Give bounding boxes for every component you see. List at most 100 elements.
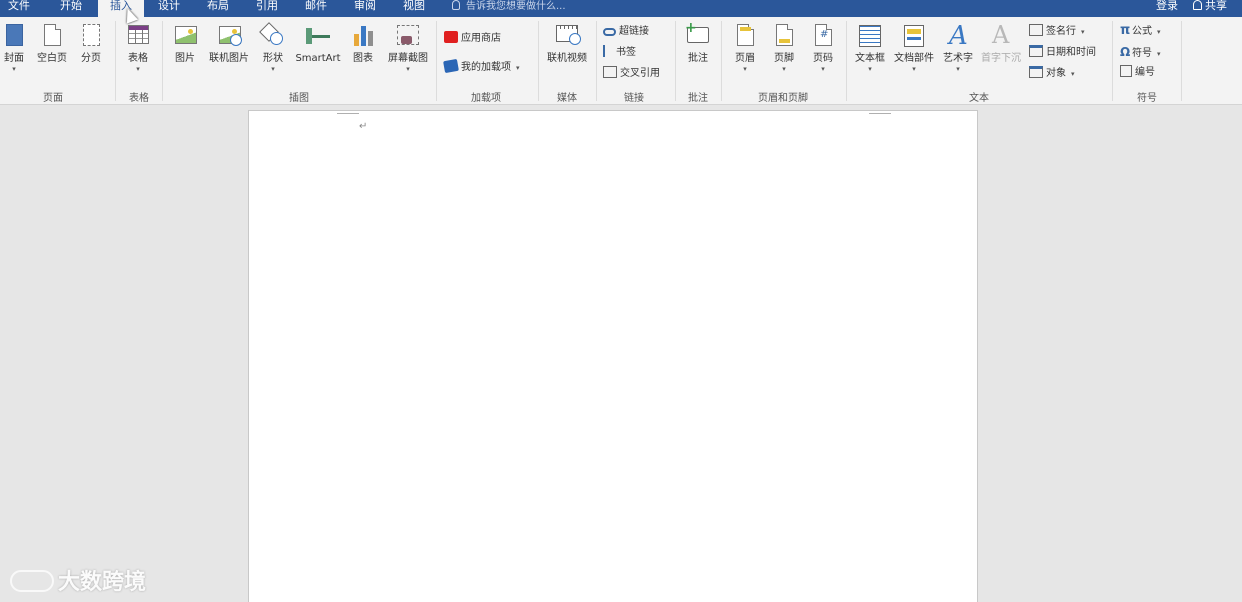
group-divider <box>596 21 597 101</box>
quick-parts-label: 文档部件 <box>894 53 934 64</box>
header-button[interactable]: 页眉 ▾ <box>730 22 760 73</box>
group-label-addins: 加载项 <box>471 93 501 104</box>
chevron-down-icon: ▾ <box>136 65 140 73</box>
page-number-button[interactable]: # 页码 ▾ <box>808 22 838 73</box>
new-comment-label: 批注 <box>688 53 708 64</box>
online-picture-icon <box>219 26 242 46</box>
person-icon <box>1193 0 1202 10</box>
chevron-down-icon: ▾ <box>516 64 520 72</box>
tab-layout[interactable]: 布局 <box>207 0 229 17</box>
my-addins-icon <box>443 58 459 74</box>
comment-icon: + <box>685 21 709 43</box>
tab-insert[interactable]: 插入 <box>98 0 144 18</box>
ribbon: 封面 ▾ 空白页 分页 页面 表格 ▾ 表格 图片 联机图片 形状 ▾ Smar… <box>0 17 1242 119</box>
blank-page-button[interactable]: 空白页 <box>34 22 70 65</box>
tab-review[interactable]: 审阅 <box>354 0 376 17</box>
wordart-button[interactable]: A 艺术字 ▾ <box>940 22 976 73</box>
shapes-icon <box>259 22 286 50</box>
header-icon <box>737 24 754 46</box>
equation-button[interactable]: π 公式 ▾ <box>1120 23 1161 39</box>
online-picture-button[interactable]: 联机图片 <box>204 22 254 65</box>
store-button[interactable]: 应用商店 <box>444 31 501 47</box>
page-break-label: 分页 <box>81 53 101 64</box>
chevron-down-icon: ▾ <box>956 65 960 73</box>
quick-parts-button[interactable]: 文档部件 ▾ <box>890 22 938 73</box>
chevron-down-icon: ▾ <box>912 65 916 73</box>
tab-home[interactable]: 开始 <box>60 0 82 17</box>
chart-label: 图表 <box>353 53 373 64</box>
bookmark-icon <box>603 45 613 57</box>
picture-button[interactable]: 图片 <box>170 22 200 65</box>
group-divider <box>1112 21 1113 101</box>
margin-corner-mark <box>337 113 359 114</box>
header-label: 页眉 <box>735 53 755 64</box>
online-video-button[interactable]: 联机视频 <box>543 22 591 65</box>
screenshot-button[interactable]: 屏幕截图 ▾ <box>383 22 433 73</box>
tab-mailings[interactable]: 邮件 <box>305 0 327 17</box>
document-workspace: ↵ <box>0 106 1242 602</box>
smartart-label: SmartArt <box>295 53 341 64</box>
share-button[interactable]: 共享 <box>1193 0 1227 12</box>
chevron-down-icon: ▾ <box>406 65 410 73</box>
group-label-illustrations: 插图 <box>289 93 309 104</box>
group-label-header-footer: 页眉和页脚 <box>758 93 808 104</box>
quick-parts-icon <box>904 25 924 47</box>
bookmark-button[interactable]: 书签 <box>603 45 636 61</box>
group-divider <box>162 21 163 101</box>
document-page[interactable]: ↵ <box>248 110 978 602</box>
date-time-button[interactable]: 日期和时间 <box>1029 45 1096 61</box>
shapes-button[interactable]: 形状 ▾ <box>258 22 288 73</box>
group-label-media: 媒体 <box>557 93 577 104</box>
tab-view[interactable]: 视图 <box>403 0 425 17</box>
tell-me-text: 告诉我您想要做什么... <box>466 1 566 12</box>
hyperlink-button[interactable]: 超链接 <box>603 24 649 40</box>
page-number-glyph: # <box>820 29 829 40</box>
page-number-icon: # <box>815 24 832 46</box>
pi-icon: π <box>1120 23 1131 38</box>
chevron-down-icon: ▾ <box>782 65 786 73</box>
chevron-down-icon: ▾ <box>821 65 825 73</box>
blank-page-icon <box>44 24 61 46</box>
my-addins-button[interactable]: 我的加载项 ▾ <box>443 58 520 76</box>
tab-file[interactable]: 文件 <box>8 0 30 17</box>
shapes-label: 形状 <box>263 53 283 64</box>
paragraph-mark: ↵ <box>359 121 368 132</box>
symbol-button[interactable]: Ω 符号 ▾ <box>1120 44 1161 60</box>
object-label: 对象 <box>1046 68 1066 79</box>
tab-design[interactable]: 设计 <box>158 0 180 17</box>
group-divider <box>538 21 539 101</box>
smartart-button[interactable]: SmartArt <box>292 22 344 65</box>
new-comment-button[interactable]: + 批注 <box>683 21 713 65</box>
omega-icon: Ω <box>1120 45 1131 59</box>
cover-page-button[interactable]: 封面 ▾ <box>0 22 28 73</box>
date-time-label: 日期和时间 <box>1046 47 1096 58</box>
cover-page-label: 封面 <box>4 53 24 64</box>
footer-button[interactable]: 页脚 ▾ <box>769 22 799 73</box>
picture-label: 图片 <box>175 53 195 64</box>
watermark-text: 大数跨境 <box>58 570 147 595</box>
table-button[interactable]: 表格 ▾ <box>122 22 154 73</box>
object-button[interactable]: 对象 ▾ <box>1029 66 1075 82</box>
cross-reference-button[interactable]: 交叉引用 <box>603 66 660 82</box>
drop-cap-label: 首字下沉 <box>981 53 1021 64</box>
numbering-button[interactable]: 编号 <box>1120 65 1155 81</box>
tell-me-search[interactable]: 告诉我您想要做什么... <box>452 0 566 14</box>
signature-line-label: 签名行 <box>1046 26 1076 37</box>
wordart-label: 艺术字 <box>943 53 973 64</box>
login-button[interactable]: 登录 <box>1156 0 1178 12</box>
group-divider <box>115 21 116 101</box>
numbering-icon <box>1120 65 1132 77</box>
link-icon <box>603 28 616 36</box>
cover-page-icon <box>6 24 23 46</box>
textbox-button[interactable]: 文本框 ▾ <box>852 22 888 73</box>
chart-button[interactable]: 图表 <box>348 22 378 65</box>
page-break-button[interactable]: 分页 <box>76 22 106 65</box>
cross-reference-icon <box>603 66 617 78</box>
signature-line-button[interactable]: 签名行 ▾ <box>1029 24 1085 40</box>
group-label-pages: 页面 <box>43 93 63 104</box>
screenshot-label: 屏幕截图 <box>388 53 428 64</box>
calendar-icon <box>1029 45 1043 57</box>
group-divider <box>721 21 722 101</box>
tab-references[interactable]: 引用 <box>256 0 278 17</box>
menu-bar: 文件 开始 插入 设计 布局 引用 邮件 审阅 视图 告诉我您想要做什么... … <box>0 0 1242 18</box>
